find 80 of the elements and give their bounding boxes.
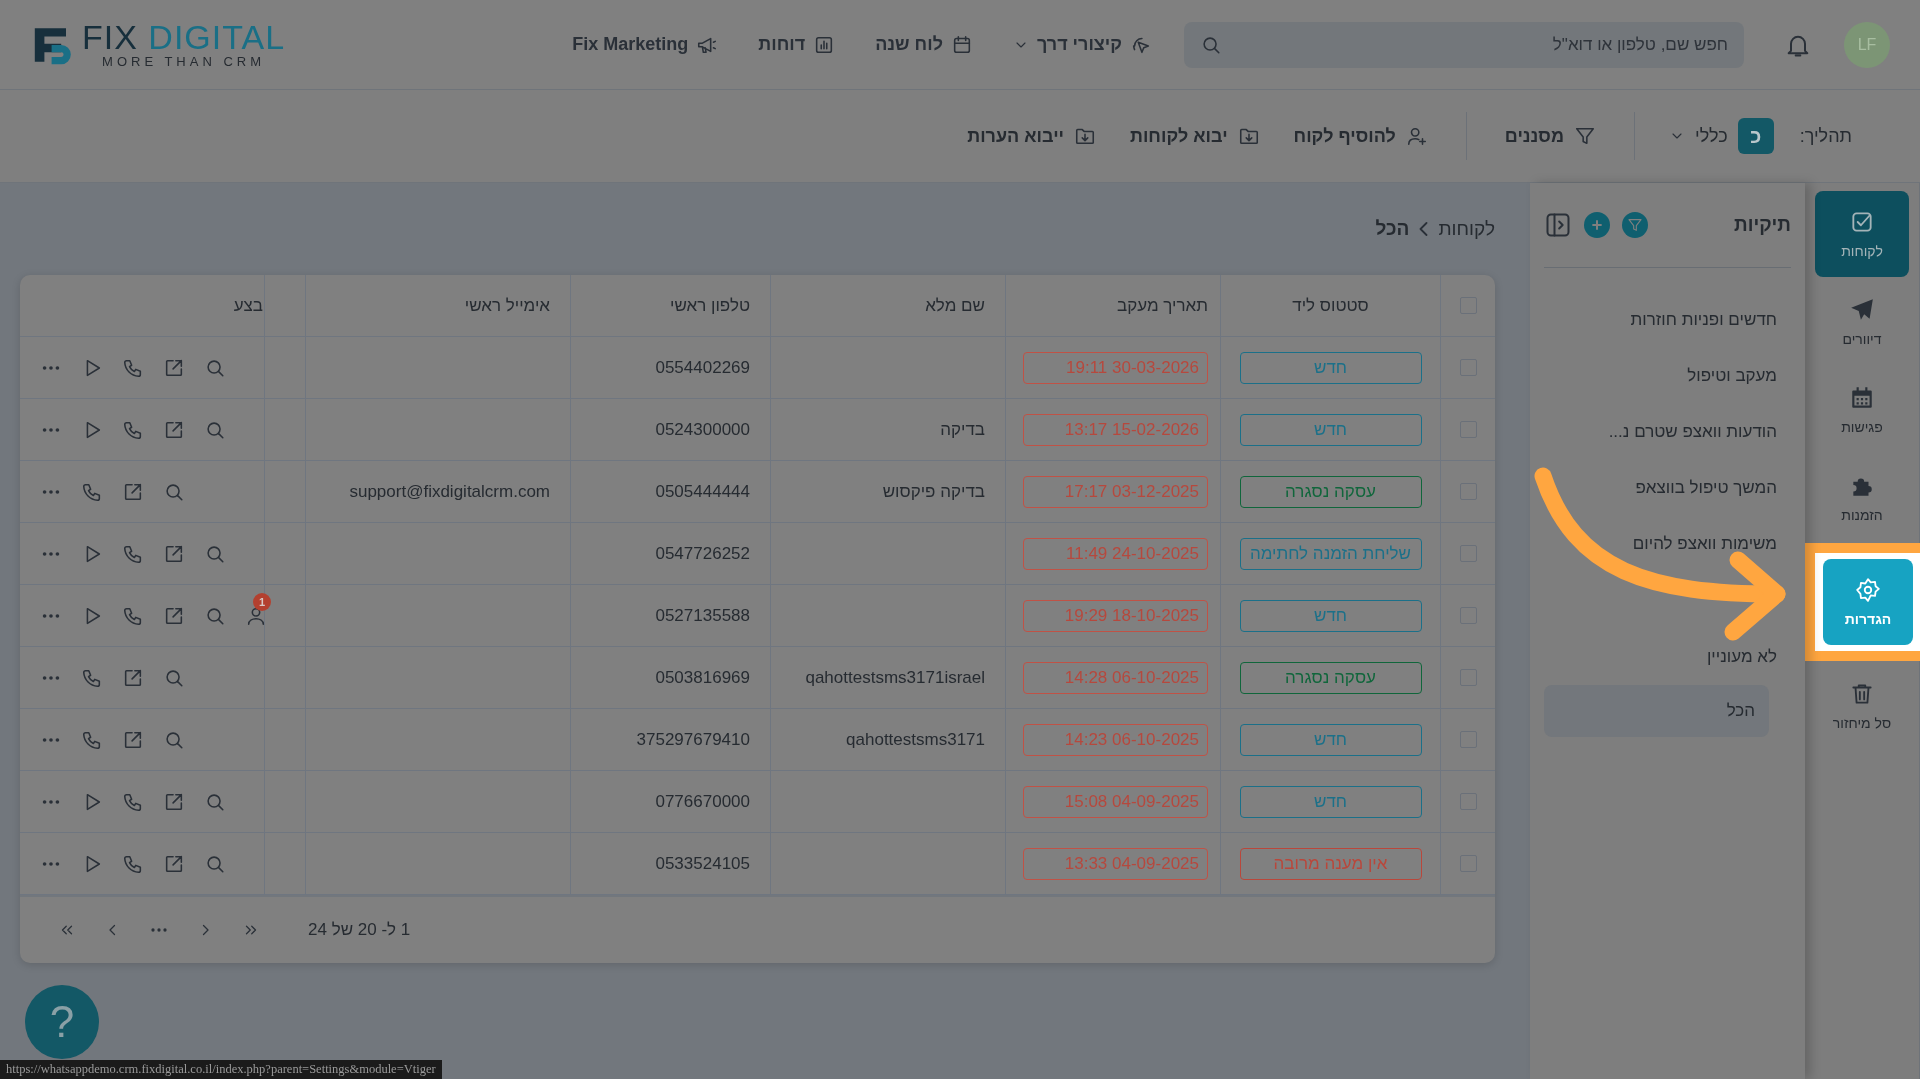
- table-cell: 0503816969: [655, 667, 750, 688]
- settings-icon: [1855, 577, 1881, 603]
- breadcrumb-current: הכל: [1375, 218, 1410, 240]
- rail-item[interactable]: דיוורים: [1815, 279, 1909, 365]
- status-tag: אין מענה מרובה: [1239, 847, 1422, 880]
- process-select[interactable]: כ כללי: [1669, 118, 1774, 154]
- status-tag: חדש: [1239, 723, 1422, 756]
- table-cell: 0505444444: [655, 481, 750, 502]
- date-tag: 13:33 04-09-2025: [1023, 847, 1208, 880]
- filters-button[interactable]: מסננים: [1500, 125, 1600, 147]
- column-header: אימייל ראשי: [464, 295, 550, 316]
- rail-item[interactable]: לקוחות: [1815, 191, 1909, 277]
- status-tag: עסקה נסגרה: [1239, 475, 1422, 508]
- chevron-left-icon: [1419, 222, 1429, 236]
- toolbar-button[interactable]: להוסיף לקוח: [1289, 125, 1432, 147]
- status-url: https://whatsappdemo.crm.fixdigital.co.il/index.php?parent=Settings&module=Vtiger: [0, 1060, 442, 1079]
- date-tag: 15:08 04-09-2025: [1023, 785, 1208, 818]
- date-tag: 17:17 03-12-2025: [1023, 475, 1208, 508]
- column-header: סטטוס ליד: [1292, 295, 1369, 316]
- folder-item[interactable]: חדשים ופניות חוזרות: [1544, 292, 1791, 348]
- status-tag: שליחת הזמנה לחתימה: [1239, 537, 1422, 570]
- table-cell: 0554402269: [655, 357, 750, 378]
- pagination-range: 1 ל- 20 של 24: [308, 920, 411, 940]
- help-button[interactable]: ?: [25, 985, 99, 1059]
- toolbar-button[interactable]: ייבוא הערות: [963, 125, 1100, 147]
- nav-link[interactable]: Fix Marketing: [572, 33, 719, 56]
- status-tag: חדש: [1239, 351, 1422, 384]
- folder-item[interactable]: משימות וואצפ להיום: [1544, 516, 1791, 572]
- table-cell: 0524300000: [655, 419, 750, 440]
- status-tag: חדש: [1239, 785, 1422, 818]
- date-tag: 13:17 15-02-2026: [1023, 413, 1208, 446]
- table-cell: qahottestsms3171: [846, 729, 985, 750]
- status-tag: חדש: [1239, 413, 1422, 446]
- folder-item[interactable]: מעקב וטיפול: [1544, 348, 1791, 404]
- trash-icon: [1849, 681, 1875, 707]
- status-tag: עסקה נסגרה: [1239, 661, 1422, 694]
- folder-item[interactable]: לא מעוניין: [1544, 629, 1791, 685]
- folder-item[interactable]: הכל: [1544, 685, 1769, 737]
- date-tag: 14:28 06-10-2025: [1023, 661, 1208, 694]
- table-cell: qahottestsms3171israel: [805, 667, 985, 688]
- rail-item[interactable]: הגדרות: [1823, 559, 1913, 645]
- filter-icon[interactable]: [1622, 212, 1648, 238]
- folder-item[interactable]: המשך טיפול בווצאפ: [1544, 460, 1791, 516]
- logo[interactable]: FIX DIGITAL MORE THAN CRM: [30, 20, 286, 69]
- column-header: טלפון ראשי: [670, 295, 750, 316]
- toolbar-button[interactable]: יבוא לקוחות: [1126, 125, 1264, 147]
- table-cell: בדיקה פיקסוש: [882, 481, 985, 502]
- panel-title: תיקיות: [1734, 214, 1791, 236]
- add-icon[interactable]: [1584, 212, 1610, 238]
- rail-item[interactable]: הזמנות: [1815, 455, 1909, 541]
- table-cell: 0533524105: [655, 853, 750, 874]
- status-tag: חדש: [1239, 599, 1422, 632]
- process-label: תהליך:: [1799, 125, 1852, 147]
- table-cell: support@fixdigitalcrm.com: [349, 481, 550, 502]
- calendar-icon: [1849, 385, 1875, 411]
- table-cell: בדיקה: [940, 419, 985, 440]
- table-cell: 0527135588: [655, 605, 750, 626]
- search-field[interactable]: חפש שם, טלפון או דוא"ל: [1184, 21, 1744, 68]
- table-cell: 0547726252: [655, 543, 750, 564]
- checkbox-icon: [1849, 209, 1875, 235]
- filter-icon: [1574, 125, 1596, 147]
- table-cell: 0776670000: [655, 791, 750, 812]
- date-tag: 11:49 24-10-2025: [1023, 537, 1208, 570]
- column-header: בצע: [233, 295, 263, 316]
- notification-badge: 1: [253, 592, 271, 611]
- nav-link[interactable]: לוח שנה: [875, 33, 973, 56]
- add-user-icon: [1405, 125, 1428, 147]
- column-header: שם מלא: [925, 295, 985, 316]
- nav-link[interactable]: קיצורי דרך: [1012, 33, 1152, 56]
- date-tag: 14:23 06-10-2025: [1023, 723, 1208, 756]
- column-header: תאריך מעקב: [1117, 295, 1208, 316]
- rail-item[interactable]: פגישות: [1815, 367, 1909, 453]
- rail-item[interactable]: סל מיחזור: [1815, 663, 1909, 749]
- breadcrumb-link[interactable]: לקוחות: [1438, 218, 1495, 240]
- date-tag: 19:11 30-03-2026: [1023, 351, 1208, 384]
- date-tag: 19:29 18-10-2025: [1023, 599, 1208, 632]
- sidebar-toggle-icon[interactable]: [1544, 211, 1572, 239]
- folder-item[interactable]: הודעות וואצפ שטרם נ...: [1544, 404, 1791, 460]
- nav-link[interactable]: דוחות: [758, 33, 836, 56]
- table-cell: 375297679410: [636, 729, 750, 750]
